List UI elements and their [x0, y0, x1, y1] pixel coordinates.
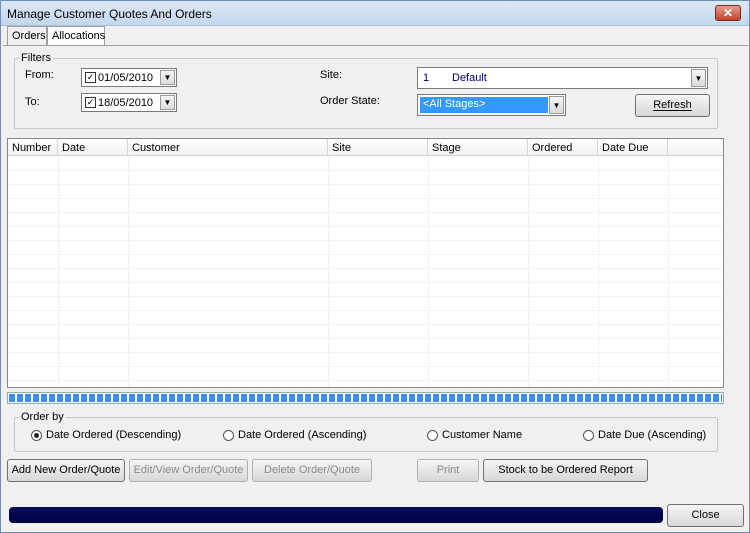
radio-label: Customer Name	[442, 429, 523, 441]
tab-orders-label: Orders	[12, 30, 46, 42]
stock-report-button[interactable]: Stock to be Ordered Report	[483, 459, 648, 482]
print-button-label: Print	[436, 464, 460, 476]
row-gridline	[8, 296, 723, 297]
refresh-button[interactable]: Refresh	[635, 94, 710, 117]
close-button-label: Close	[691, 509, 720, 521]
column-header-site[interactable]: Site	[328, 139, 428, 156]
column-header-customer[interactable]: Customer	[128, 139, 328, 156]
row-gridline	[8, 366, 723, 367]
progress-bar	[7, 392, 724, 404]
chevron-down-icon[interactable]: ▼	[160, 95, 175, 110]
row-gridline	[8, 184, 723, 185]
site-name: Default	[452, 72, 487, 84]
row-gridline	[8, 198, 723, 199]
radio-label: Date Ordered (Descending)	[46, 429, 182, 441]
chevron-down-icon[interactable]: ▼	[549, 96, 564, 114]
title-bar: Manage Customer Quotes And Orders ✕	[1, 1, 749, 26]
main-window: Manage Customer Quotes And Orders ✕ Orde…	[0, 0, 750, 533]
print-button[interactable]: Print	[417, 459, 479, 482]
refresh-button-label: Refresh	[653, 99, 692, 111]
to-date-checkbox[interactable]: ✓	[85, 97, 96, 108]
add-new-order-button-label: Add New Order/Quote	[11, 464, 121, 476]
table-header: Number Date Customer Site Stage Ordered …	[8, 139, 723, 156]
delete-order-button[interactable]: Delete Order/Quote	[252, 459, 372, 482]
tab-allocations-label: Allocations	[52, 30, 106, 42]
close-button[interactable]: Close	[667, 504, 744, 527]
progress-fill	[9, 394, 722, 402]
radio-label: Date Due (Ascending)	[598, 429, 707, 441]
from-date-value: 01/05/2010	[98, 72, 154, 84]
row-gridline	[8, 240, 723, 241]
site-code: 1	[423, 72, 430, 84]
radio-indicator[interactable]	[583, 430, 594, 441]
filters-group-label: Filters	[19, 52, 53, 64]
row-gridline	[8, 310, 723, 311]
order-state-select[interactable]: <All Stages> ▼	[417, 94, 566, 116]
order-state-value: <All Stages>	[420, 97, 548, 113]
site-select[interactable]: 1 Default ▼	[417, 67, 708, 89]
tab-orders[interactable]: Orders	[7, 26, 47, 46]
column-header-number[interactable]: Number	[8, 139, 58, 156]
row-gridline	[8, 212, 723, 213]
radio-indicator[interactable]	[31, 430, 42, 441]
to-date-value: 18/05/2010	[98, 97, 154, 109]
row-gridline	[8, 338, 723, 339]
row-gridline	[8, 282, 723, 283]
column-header-date[interactable]: Date	[58, 139, 128, 156]
radio-indicator[interactable]	[223, 430, 234, 441]
radio-label: Date Ordered (Ascending)	[238, 429, 367, 441]
delete-order-button-label: Delete Order/Quote	[264, 464, 360, 476]
edit-view-order-button[interactable]: Edit/View Order/Quote	[129, 459, 248, 482]
row-gridline	[8, 170, 723, 171]
row-gridline	[8, 254, 723, 255]
orders-table[interactable]: Number Date Customer Site Stage Ordered …	[7, 138, 724, 388]
chevron-down-icon[interactable]: ▼	[691, 69, 706, 87]
order-by-group-label: Order by	[19, 411, 66, 423]
row-gridline	[8, 352, 723, 353]
from-date-picker[interactable]: ✓ 01/05/2010 ▼	[81, 68, 177, 87]
window-close-icon[interactable]: ✕	[715, 5, 741, 21]
stock-report-button-label: Stock to be Ordered Report	[498, 464, 633, 476]
radio-indicator[interactable]	[427, 430, 438, 441]
site-label: Site:	[320, 69, 343, 81]
add-new-order-button[interactable]: Add New Order/Quote	[7, 459, 125, 482]
status-bar	[9, 507, 663, 523]
column-header-stage[interactable]: Stage	[428, 139, 528, 156]
order-state-label: Order State:	[320, 95, 380, 107]
to-date-picker[interactable]: ✓ 18/05/2010 ▼	[81, 93, 177, 112]
from-date-checkbox[interactable]: ✓	[85, 72, 96, 83]
to-label: To:	[25, 96, 40, 108]
row-gridline	[8, 226, 723, 227]
column-header-ordered[interactable]: Ordered	[528, 139, 598, 156]
chevron-down-icon[interactable]: ▼	[160, 70, 175, 85]
edit-view-order-button-label: Edit/View Order/Quote	[133, 464, 244, 476]
column-header-date-due[interactable]: Date Due	[598, 139, 668, 156]
from-label: From:	[25, 69, 54, 81]
tab-allocations[interactable]: Allocations	[47, 26, 105, 46]
row-gridline	[8, 324, 723, 325]
window-title: Manage Customer Quotes And Orders	[7, 7, 212, 21]
row-gridline	[8, 268, 723, 269]
row-gridline	[8, 380, 723, 381]
